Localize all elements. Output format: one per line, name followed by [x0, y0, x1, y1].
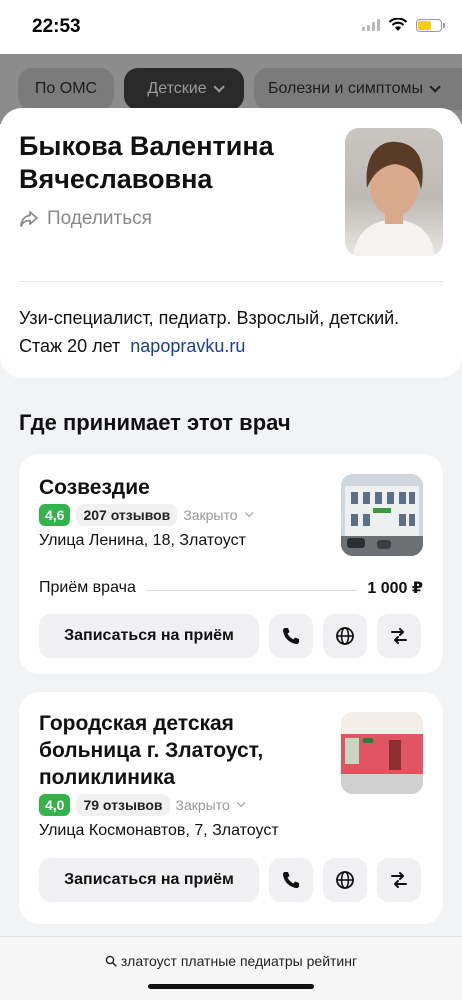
home-indicator[interactable] — [148, 984, 314, 989]
clinic-photo[interactable] — [341, 712, 423, 794]
rating-row: 4,0 79 отзывов Закрыто — [39, 794, 246, 816]
website-button[interactable] — [323, 858, 367, 902]
phone-icon — [283, 872, 299, 888]
call-button[interactable] — [269, 858, 313, 902]
call-button[interactable] — [269, 614, 313, 658]
doctor-photo — [345, 128, 443, 256]
chevron-down-icon — [244, 508, 253, 518]
share-label: Поделиться — [47, 208, 152, 229]
clinic-actions: Записаться на приём — [39, 614, 421, 658]
clinic-photo[interactable] — [341, 474, 423, 556]
where-panel: Где принимает этот врач Созвездие 4,6 20… — [0, 390, 462, 938]
chip-children[interactable]: Детские — [124, 68, 244, 110]
share-button[interactable]: Поделиться — [19, 208, 152, 230]
route-button[interactable] — [377, 614, 421, 658]
wifi-icon — [388, 18, 408, 31]
rating-badge: 4,0 — [39, 794, 71, 816]
where-section: Где принимает этот врач Созвездие 4,6 20… — [0, 390, 462, 950]
rating-badge: 4,6 — [39, 504, 71, 526]
chevron-down-icon — [429, 81, 441, 93]
status-icons — [362, 18, 445, 32]
status-bar: 22:53 — [0, 0, 462, 54]
clinic-card[interactable]: Созвездие 4,6 207 отзывов Закрыто Улица … — [19, 454, 443, 674]
hours-status[interactable]: Закрыто — [176, 797, 246, 813]
chevron-down-icon — [236, 798, 246, 808]
rating-row: 4,6 207 отзывов Закрыто — [39, 504, 253, 526]
chip-oms[interactable]: По ОМС — [18, 68, 114, 110]
website-button[interactable] — [323, 614, 367, 658]
route-icon — [391, 628, 407, 644]
clinic-card[interactable]: Городская детская больница г. Златоуст, … — [19, 692, 443, 924]
reviews-link[interactable]: 79 отзывов — [76, 794, 170, 816]
chevron-down-icon — [213, 81, 225, 93]
globe-icon — [336, 871, 354, 889]
divider — [19, 281, 443, 282]
battery-icon — [416, 18, 445, 32]
price-label: Приём врача — [39, 579, 136, 596]
source-link[interactable]: napopravku.ru — [130, 336, 245, 356]
search-query-row[interactable]: златоуст платные педиатры рейтинг — [0, 953, 462, 969]
book-appointment-button[interactable]: Записаться на приём — [39, 858, 259, 902]
book-appointment-button[interactable]: Записаться на приём — [39, 614, 259, 658]
chip-diseases[interactable]: Болезни и симптомы — [254, 68, 462, 110]
route-icon — [391, 872, 407, 888]
clinic-address: Улица Космонавтов, 7, Златоуст — [39, 822, 279, 839]
clinic-name: Городская детская больница г. Златоуст, … — [39, 712, 264, 789]
reviews-link[interactable]: 207 отзывов — [76, 504, 178, 526]
bottom-search-bar[interactable]: златоуст платные педиатры рейтинг — [0, 936, 462, 1000]
section-title: Где принимает этот врач — [19, 410, 291, 435]
price-row: Приём врача 1 000 ₽ — [39, 578, 423, 598]
hours-status[interactable]: Закрыто — [183, 507, 253, 523]
status-time: 22:53 — [32, 16, 81, 37]
route-button[interactable] — [377, 858, 421, 902]
clinic-address: Улица Ленина, 18, Златоуст — [39, 532, 246, 549]
clinic-actions: Записаться на приём — [39, 858, 421, 902]
search-query: златоуст платные педиатры рейтинг — [120, 953, 358, 969]
phone-icon — [283, 628, 299, 644]
search-icon — [105, 955, 117, 967]
doctor-description: Узи-специалист, педиатр. Взрослый, детск… — [19, 308, 400, 356]
share-icon — [20, 211, 38, 227]
doctor-name: Быкова Валентина Вячеславовна — [19, 131, 274, 194]
doctor-header-card: Быкова Валентина Вячеславовна Поделиться… — [0, 108, 462, 378]
clinic-name: Созвездие — [39, 476, 150, 499]
globe-icon — [336, 627, 354, 645]
cellular-signal-icon — [362, 19, 380, 31]
price-value: 1 000 ₽ — [367, 580, 423, 597]
